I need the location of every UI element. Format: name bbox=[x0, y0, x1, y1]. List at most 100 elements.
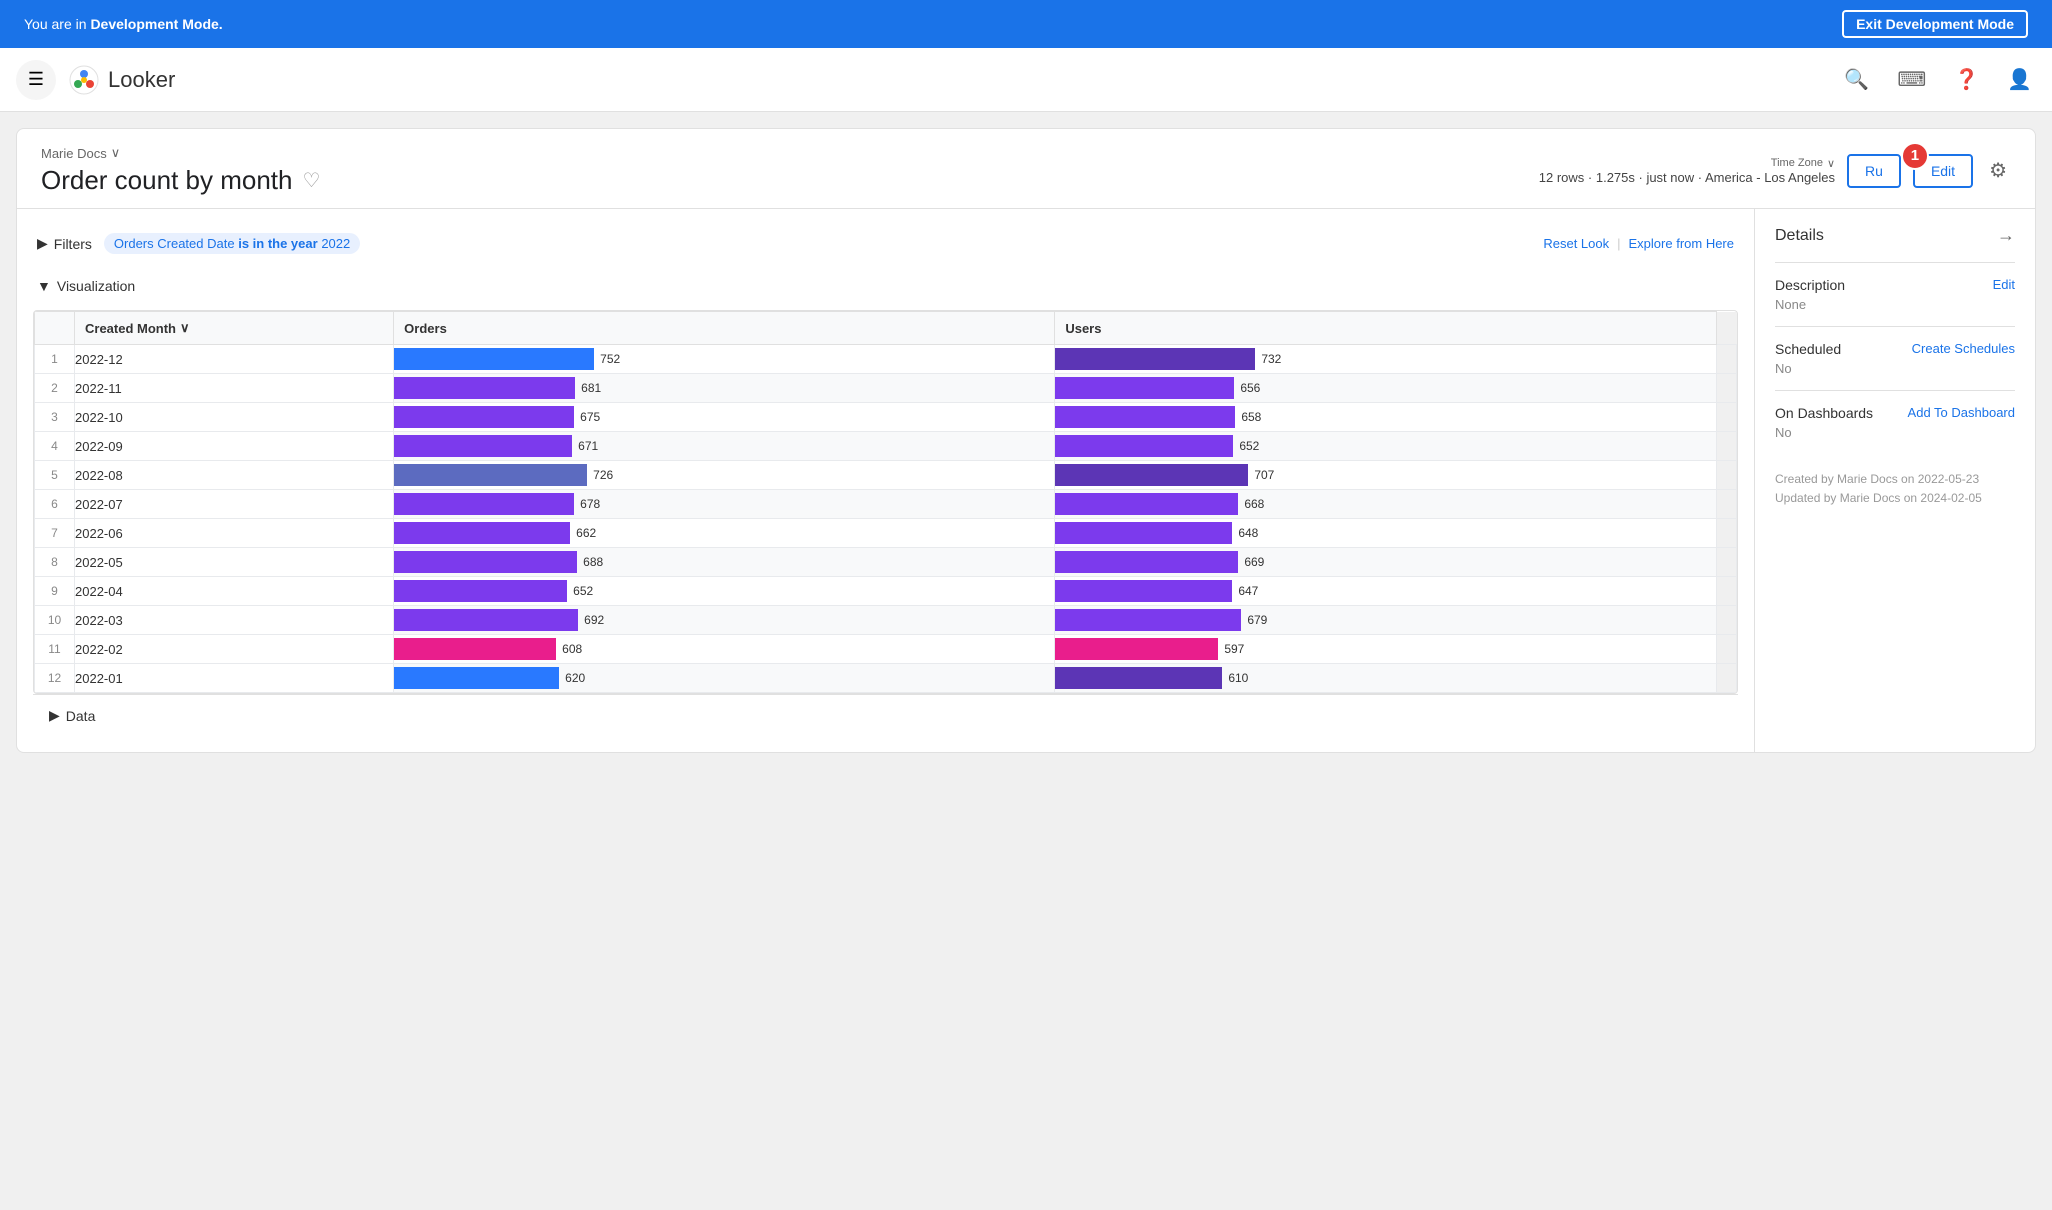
row-num-cell: 8 bbox=[35, 548, 75, 577]
orders-bar-cell: 688 bbox=[394, 548, 1055, 577]
create-schedules-button[interactable]: Create Schedules bbox=[1912, 341, 2015, 356]
description-label: Description bbox=[1775, 277, 1845, 293]
col-header-created-month[interactable]: Created Month ∨ bbox=[75, 312, 394, 345]
dashboards-value: No bbox=[1775, 425, 1873, 440]
gear-icon: ⚙ bbox=[1989, 160, 2007, 182]
help-button[interactable]: ❓ bbox=[1950, 63, 1983, 96]
orders-bar bbox=[394, 638, 556, 660]
row-num-cell: 5 bbox=[35, 461, 75, 490]
table-row: 8 2022-05 688 669 bbox=[35, 548, 1737, 577]
orders-bar-cell: 678 bbox=[394, 490, 1055, 519]
breadcrumb-text: Marie Docs bbox=[41, 146, 107, 161]
users-value: 647 bbox=[1238, 584, 1709, 598]
users-bar bbox=[1055, 464, 1248, 486]
data-table-container: Created Month ∨ Orders Users 1 bbox=[33, 310, 1738, 694]
users-bar bbox=[1055, 551, 1238, 573]
description-edit-button[interactable]: Edit bbox=[1993, 277, 2015, 292]
created-month-sort[interactable]: Created Month ∨ bbox=[85, 320, 190, 336]
search-icon: 🔍 bbox=[1844, 69, 1869, 91]
help-icon: ❓ bbox=[1954, 69, 1979, 91]
row-num-cell: 3 bbox=[35, 403, 75, 432]
orders-bar-cell: 675 bbox=[394, 403, 1055, 432]
orders-value: 692 bbox=[584, 613, 1048, 627]
row-num-cell: 12 bbox=[35, 664, 75, 693]
add-to-dashboard-button[interactable]: Add To Dashboard bbox=[1908, 405, 2015, 420]
users-bar bbox=[1055, 348, 1255, 370]
favorite-button[interactable]: ♡ bbox=[302, 168, 320, 193]
users-bar-cell: 597 bbox=[1055, 635, 1716, 664]
orders-bar bbox=[394, 435, 572, 457]
filters-left: ▶ Filters Orders Created Date is in the … bbox=[37, 233, 360, 254]
nav-left: ☰ Looker bbox=[16, 60, 175, 100]
right-panel: Details → Description None Edit Schedule… bbox=[1755, 209, 2035, 752]
orders-bar bbox=[394, 406, 574, 428]
users-value: 652 bbox=[1239, 439, 1709, 453]
filter-divider: | bbox=[1617, 236, 1620, 251]
users-value: 669 bbox=[1244, 555, 1709, 569]
date-cell: 2022-10 bbox=[75, 403, 394, 432]
date-cell: 2022-03 bbox=[75, 606, 394, 635]
dashboards-section: On Dashboards No Add To Dashboard bbox=[1775, 390, 2015, 454]
run-button[interactable]: Ru bbox=[1847, 154, 1901, 188]
reset-look-button[interactable]: Reset Look bbox=[1543, 236, 1609, 251]
scroll-col bbox=[1716, 490, 1737, 519]
profile-icon: 👤 bbox=[2007, 69, 2032, 91]
users-bar bbox=[1055, 493, 1238, 515]
orders-bar bbox=[394, 348, 594, 370]
search-button[interactable]: 🔍 bbox=[1840, 63, 1873, 96]
row-num-cell: 7 bbox=[35, 519, 75, 548]
users-bar-cell: 668 bbox=[1055, 490, 1716, 519]
users-bar bbox=[1055, 667, 1222, 689]
users-bar-cell: 732 bbox=[1055, 345, 1716, 374]
dashboards-label: On Dashboards bbox=[1775, 405, 1873, 421]
explore-from-here-button[interactable]: Explore from Here bbox=[1629, 236, 1734, 251]
created-info: Created by Marie Docs on 2022-05-23 Upda… bbox=[1775, 470, 2015, 508]
filters-toggle[interactable]: ▶ Filters bbox=[37, 235, 92, 252]
keyboard-icon: ⌨ bbox=[1897, 69, 1926, 91]
scheduled-label: Scheduled bbox=[1775, 341, 1841, 357]
look-timezone[interactable]: Time Zone ∨ bbox=[1539, 157, 1835, 170]
filter-chip: Orders Created Date is in the year 2022 bbox=[104, 233, 360, 254]
hamburger-menu-button[interactable]: ☰ bbox=[16, 60, 56, 100]
users-bar-cell: 679 bbox=[1055, 606, 1716, 635]
badge-1: 1 bbox=[1901, 142, 1929, 170]
scroll-col bbox=[1716, 635, 1737, 664]
visualization-toggle[interactable]: ▼ Visualization bbox=[33, 270, 1738, 302]
keyboard-button[interactable]: ⌨ bbox=[1893, 63, 1930, 96]
breadcrumb[interactable]: Marie Docs ∨ bbox=[41, 145, 320, 161]
content-body: ▶ Filters Orders Created Date is in the … bbox=[17, 209, 2035, 752]
table-row: 6 2022-07 678 668 bbox=[35, 490, 1737, 519]
orders-value: 608 bbox=[562, 642, 1048, 656]
data-toggle[interactable]: ▶ Data bbox=[33, 694, 1738, 736]
look-header-right: Time Zone ∨ 12 rows · 1.275s · just now … bbox=[1539, 154, 2011, 188]
orders-value: 662 bbox=[576, 526, 1048, 540]
orders-bar-cell: 681 bbox=[394, 374, 1055, 403]
table-row: 7 2022-06 662 648 bbox=[35, 519, 1737, 548]
date-cell: 2022-11 bbox=[75, 374, 394, 403]
row-num-cell: 9 bbox=[35, 577, 75, 606]
data-toggle-icon: ▶ bbox=[49, 707, 60, 724]
orders-bar bbox=[394, 580, 567, 602]
look-header: Marie Docs ∨ Order count by month ♡ Time… bbox=[17, 129, 2035, 209]
scroll-col bbox=[1716, 432, 1737, 461]
row-num-cell: 11 bbox=[35, 635, 75, 664]
scheduled-row: Scheduled No Create Schedules bbox=[1775, 341, 2015, 376]
row-num-cell: 2 bbox=[35, 374, 75, 403]
looker-logo: Looker bbox=[68, 64, 175, 96]
row-num-cell: 6 bbox=[35, 490, 75, 519]
users-bar-cell: 610 bbox=[1055, 664, 1716, 693]
visualization-section: ▼ Visualization Created Month bbox=[33, 270, 1738, 694]
details-navigate-button[interactable]: → bbox=[1997, 225, 2015, 246]
settings-button[interactable]: ⚙ bbox=[1985, 154, 2011, 187]
users-value: 648 bbox=[1238, 526, 1709, 540]
date-cell: 2022-01 bbox=[75, 664, 394, 693]
table-row: 9 2022-04 652 647 bbox=[35, 577, 1737, 606]
orders-bar-cell: 752 bbox=[394, 345, 1055, 374]
users-value: 597 bbox=[1224, 642, 1709, 656]
profile-button[interactable]: 👤 bbox=[2003, 63, 2036, 96]
orders-bar bbox=[394, 493, 574, 515]
exit-dev-mode-button[interactable]: Exit Development Mode bbox=[1842, 10, 2028, 38]
users-value: 658 bbox=[1241, 410, 1709, 424]
nav-right: 🔍 ⌨ ❓ 👤 bbox=[1840, 63, 2036, 96]
col-header-orders: Orders bbox=[394, 312, 1055, 345]
